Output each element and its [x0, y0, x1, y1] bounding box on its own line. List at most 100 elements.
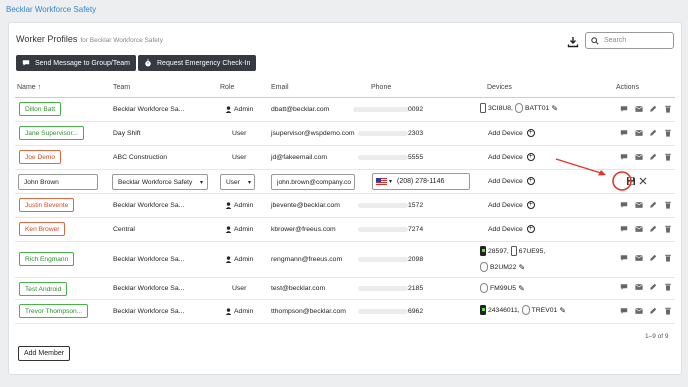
chat-icon[interactable] — [620, 225, 628, 233]
column-header-phone[interactable]: Phone — [371, 84, 391, 91]
column-header-devices[interactable]: Devices — [487, 84, 512, 91]
trash-icon[interactable] — [664, 105, 672, 113]
worker-name-button[interactable]: Ken Brower — [19, 222, 66, 236]
role-cell: Admin — [225, 202, 253, 209]
team-cell: Central — [113, 226, 135, 233]
edit-icon[interactable] — [649, 254, 657, 262]
phone-device-icon — [480, 305, 486, 315]
edit-icon[interactable] — [649, 307, 657, 315]
pagination-info: 1–9 of 9 — [645, 333, 669, 340]
chat-icon[interactable] — [620, 105, 628, 113]
chat-icon[interactable] — [620, 283, 628, 291]
phone-cell: 2303 — [408, 130, 424, 137]
role-select[interactable]: User ▾ — [220, 174, 255, 190]
worker-name-button[interactable]: Trevor Thompson... — [19, 304, 89, 318]
redacted-phone — [353, 107, 409, 112]
worker-name-button[interactable]: Test Android — [19, 282, 68, 296]
redacted-phone — [358, 131, 408, 136]
trash-icon[interactable] — [664, 254, 672, 262]
new-member-edit-row: John Brown Becklar Workforce Safety ▾ Use… — [15, 170, 675, 194]
save-icon[interactable] — [626, 176, 636, 186]
edit-devices-icon[interactable]: ✎ — [559, 306, 566, 315]
phone-input[interactable]: ▾ (208) 278-1146 — [372, 173, 470, 190]
email-input[interactable]: john.brown@company.co — [271, 174, 355, 190]
chevron-down-icon: ▾ — [199, 179, 203, 186]
cancel-icon[interactable] — [639, 177, 647, 185]
edit-icon[interactable] — [649, 129, 657, 137]
email-icon[interactable] — [634, 307, 643, 315]
trash-icon[interactable] — [664, 307, 672, 315]
redacted-phone — [358, 203, 408, 208]
edit-icon[interactable] — [649, 153, 657, 161]
chat-icon[interactable] — [620, 201, 628, 209]
worker-name-button[interactable]: Rich Engmann — [19, 252, 75, 266]
column-header-role[interactable]: Role — [220, 84, 234, 91]
add-device-button[interactable]: Add Device + — [488, 201, 535, 209]
chevron-down-icon: ▾ — [389, 179, 393, 185]
column-header-name[interactable]: Name ↑ — [17, 84, 41, 91]
email-cell: jsupervisor@wspdemo.com — [271, 130, 355, 137]
edit-icon[interactable] — [649, 105, 657, 113]
email-icon[interactable] — [634, 225, 643, 233]
redacted-phone — [358, 155, 408, 160]
role-cell: User — [232, 154, 247, 161]
team-cell: ABC Construction — [113, 154, 168, 161]
team-select[interactable]: Becklar Workforce Safety ▾ — [112, 174, 208, 190]
email-icon[interactable] — [634, 201, 643, 209]
emergency-checkin-button[interactable]: Request Emergency Check-In — [138, 55, 257, 71]
add-device-button[interactable]: Add Device + — [488, 177, 535, 185]
column-header-team[interactable]: Team — [113, 84, 130, 91]
edit-devices-icon[interactable]: ✎ — [518, 284, 525, 293]
send-message-button[interactable]: Send Message to Group/Team — [16, 55, 136, 71]
email-icon[interactable] — [634, 283, 643, 291]
chat-icon[interactable] — [620, 307, 628, 315]
chevron-down-icon: ▾ — [247, 179, 251, 186]
edit-icon[interactable] — [649, 283, 657, 291]
worker-name-button[interactable]: Joe Demo — [19, 150, 62, 164]
devices-cell: FM99U5 ✎ — [480, 283, 525, 293]
worker-name-button[interactable]: Jane Supervisor... — [19, 126, 84, 140]
add-device-button[interactable]: Add Device + — [488, 129, 535, 137]
chat-icon[interactable] — [620, 254, 628, 262]
us-flag-icon[interactable] — [376, 178, 387, 185]
download-icon[interactable] — [567, 36, 579, 48]
add-device-button[interactable]: Add Device + — [488, 153, 535, 161]
redacted-phone — [358, 227, 408, 232]
devices-cell-line2: B2UM22 ✎ — [480, 262, 525, 272]
devices-cell: 24346011, TREV01 ✎ — [480, 305, 566, 315]
search-input[interactable]: Search — [585, 32, 674, 49]
role-cell: User — [232, 285, 247, 292]
email-cell: rengmann@freeus.com — [271, 256, 343, 263]
email-icon[interactable] — [634, 129, 643, 137]
chat-icon[interactable] — [620, 129, 628, 137]
team-cell: Becklar Workforce Sa... — [113, 285, 185, 292]
chat-icon — [22, 60, 30, 66]
role-cell: Admin — [225, 226, 253, 233]
column-header-email[interactable]: Email — [271, 84, 289, 91]
email-icon[interactable] — [634, 254, 643, 262]
trash-icon[interactable] — [664, 153, 672, 161]
edit-devices-icon[interactable]: ✎ — [551, 104, 558, 113]
email-icon[interactable] — [634, 105, 643, 113]
worker-name-button[interactable]: Dillon Batt — [19, 102, 62, 116]
trash-icon[interactable] — [664, 225, 672, 233]
admin-user-icon — [225, 226, 232, 233]
plus-icon: + — [526, 153, 535, 161]
edit-icon[interactable] — [649, 201, 657, 209]
trash-icon[interactable] — [664, 129, 672, 137]
add-device-button[interactable]: Add Device + — [488, 225, 535, 233]
edit-icon[interactable] — [649, 225, 657, 233]
phone-device-icon — [510, 246, 517, 256]
trash-icon[interactable] — [664, 283, 672, 291]
role-cell: Admin — [225, 106, 253, 113]
worker-name-button[interactable]: Justin Bevente — [19, 198, 75, 212]
add-member-button[interactable]: Add Member — [18, 346, 71, 361]
chat-icon[interactable] — [620, 153, 628, 161]
edit-devices-icon[interactable]: ✎ — [518, 263, 525, 272]
team-cell: Becklar Workforce Sa... — [113, 106, 185, 113]
trash-icon[interactable] — [664, 201, 672, 209]
email-icon[interactable] — [634, 153, 643, 161]
table-row: Jane Supervisor... Day Shift User jsuper… — [15, 122, 675, 146]
name-input[interactable]: John Brown — [18, 174, 98, 190]
breadcrumb[interactable]: Becklar Workforce Safety — [6, 5, 96, 14]
